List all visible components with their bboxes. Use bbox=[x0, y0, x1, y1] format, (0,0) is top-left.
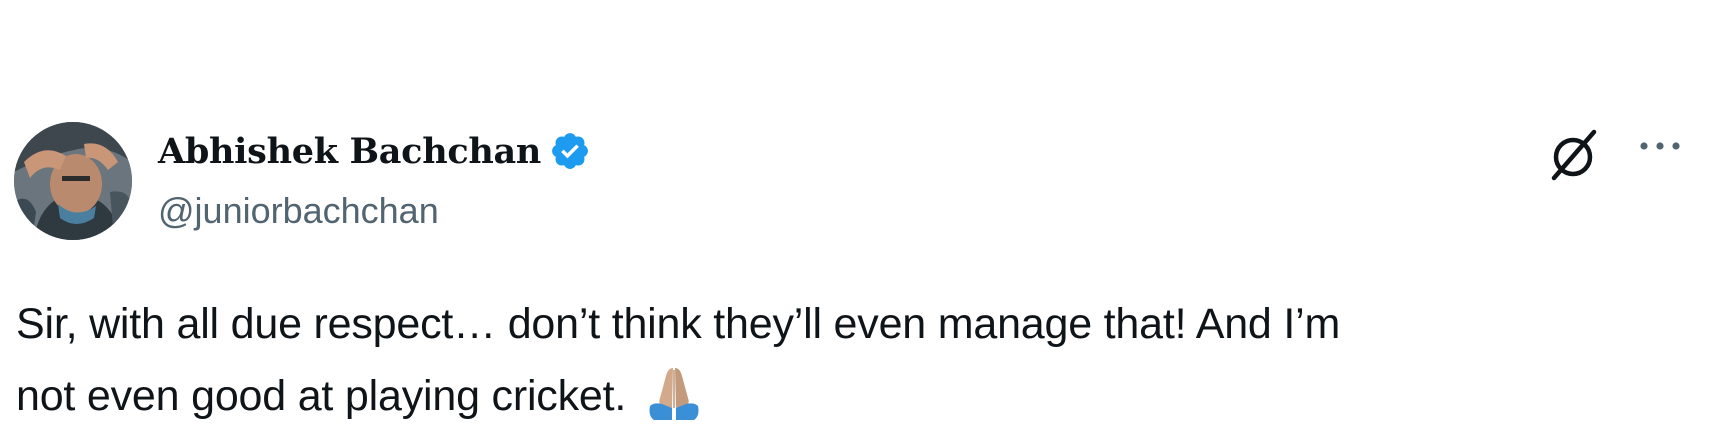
author-name-row[interactable]: Abhishek Bachchan bbox=[158, 127, 591, 175]
avatar-image bbox=[14, 122, 132, 240]
tweet-text-line-1: Sir, with all due respect… don’t think t… bbox=[16, 300, 1341, 348]
more-options-icon[interactable] bbox=[1632, 128, 1688, 168]
author-handle[interactable]: @juniorbachchan bbox=[158, 190, 439, 232]
grok-icon[interactable] bbox=[1544, 124, 1606, 186]
tweet-card: Abhishek Bachchan @juniorbachchan Sir, w… bbox=[0, 0, 1718, 444]
verified-badge-icon[interactable] bbox=[549, 130, 591, 172]
tweet-text-line-2: not even good at playing cricket. bbox=[16, 360, 1696, 432]
tweet-text: Sir, with all due respect… don’t think t… bbox=[16, 288, 1696, 432]
folded-hands-icon bbox=[644, 362, 704, 422]
avatar[interactable] bbox=[14, 122, 132, 240]
author-display-name[interactable]: Abhishek Bachchan bbox=[158, 131, 541, 172]
tweet-text-line-2-text: not even good at playing cricket. bbox=[16, 372, 627, 420]
